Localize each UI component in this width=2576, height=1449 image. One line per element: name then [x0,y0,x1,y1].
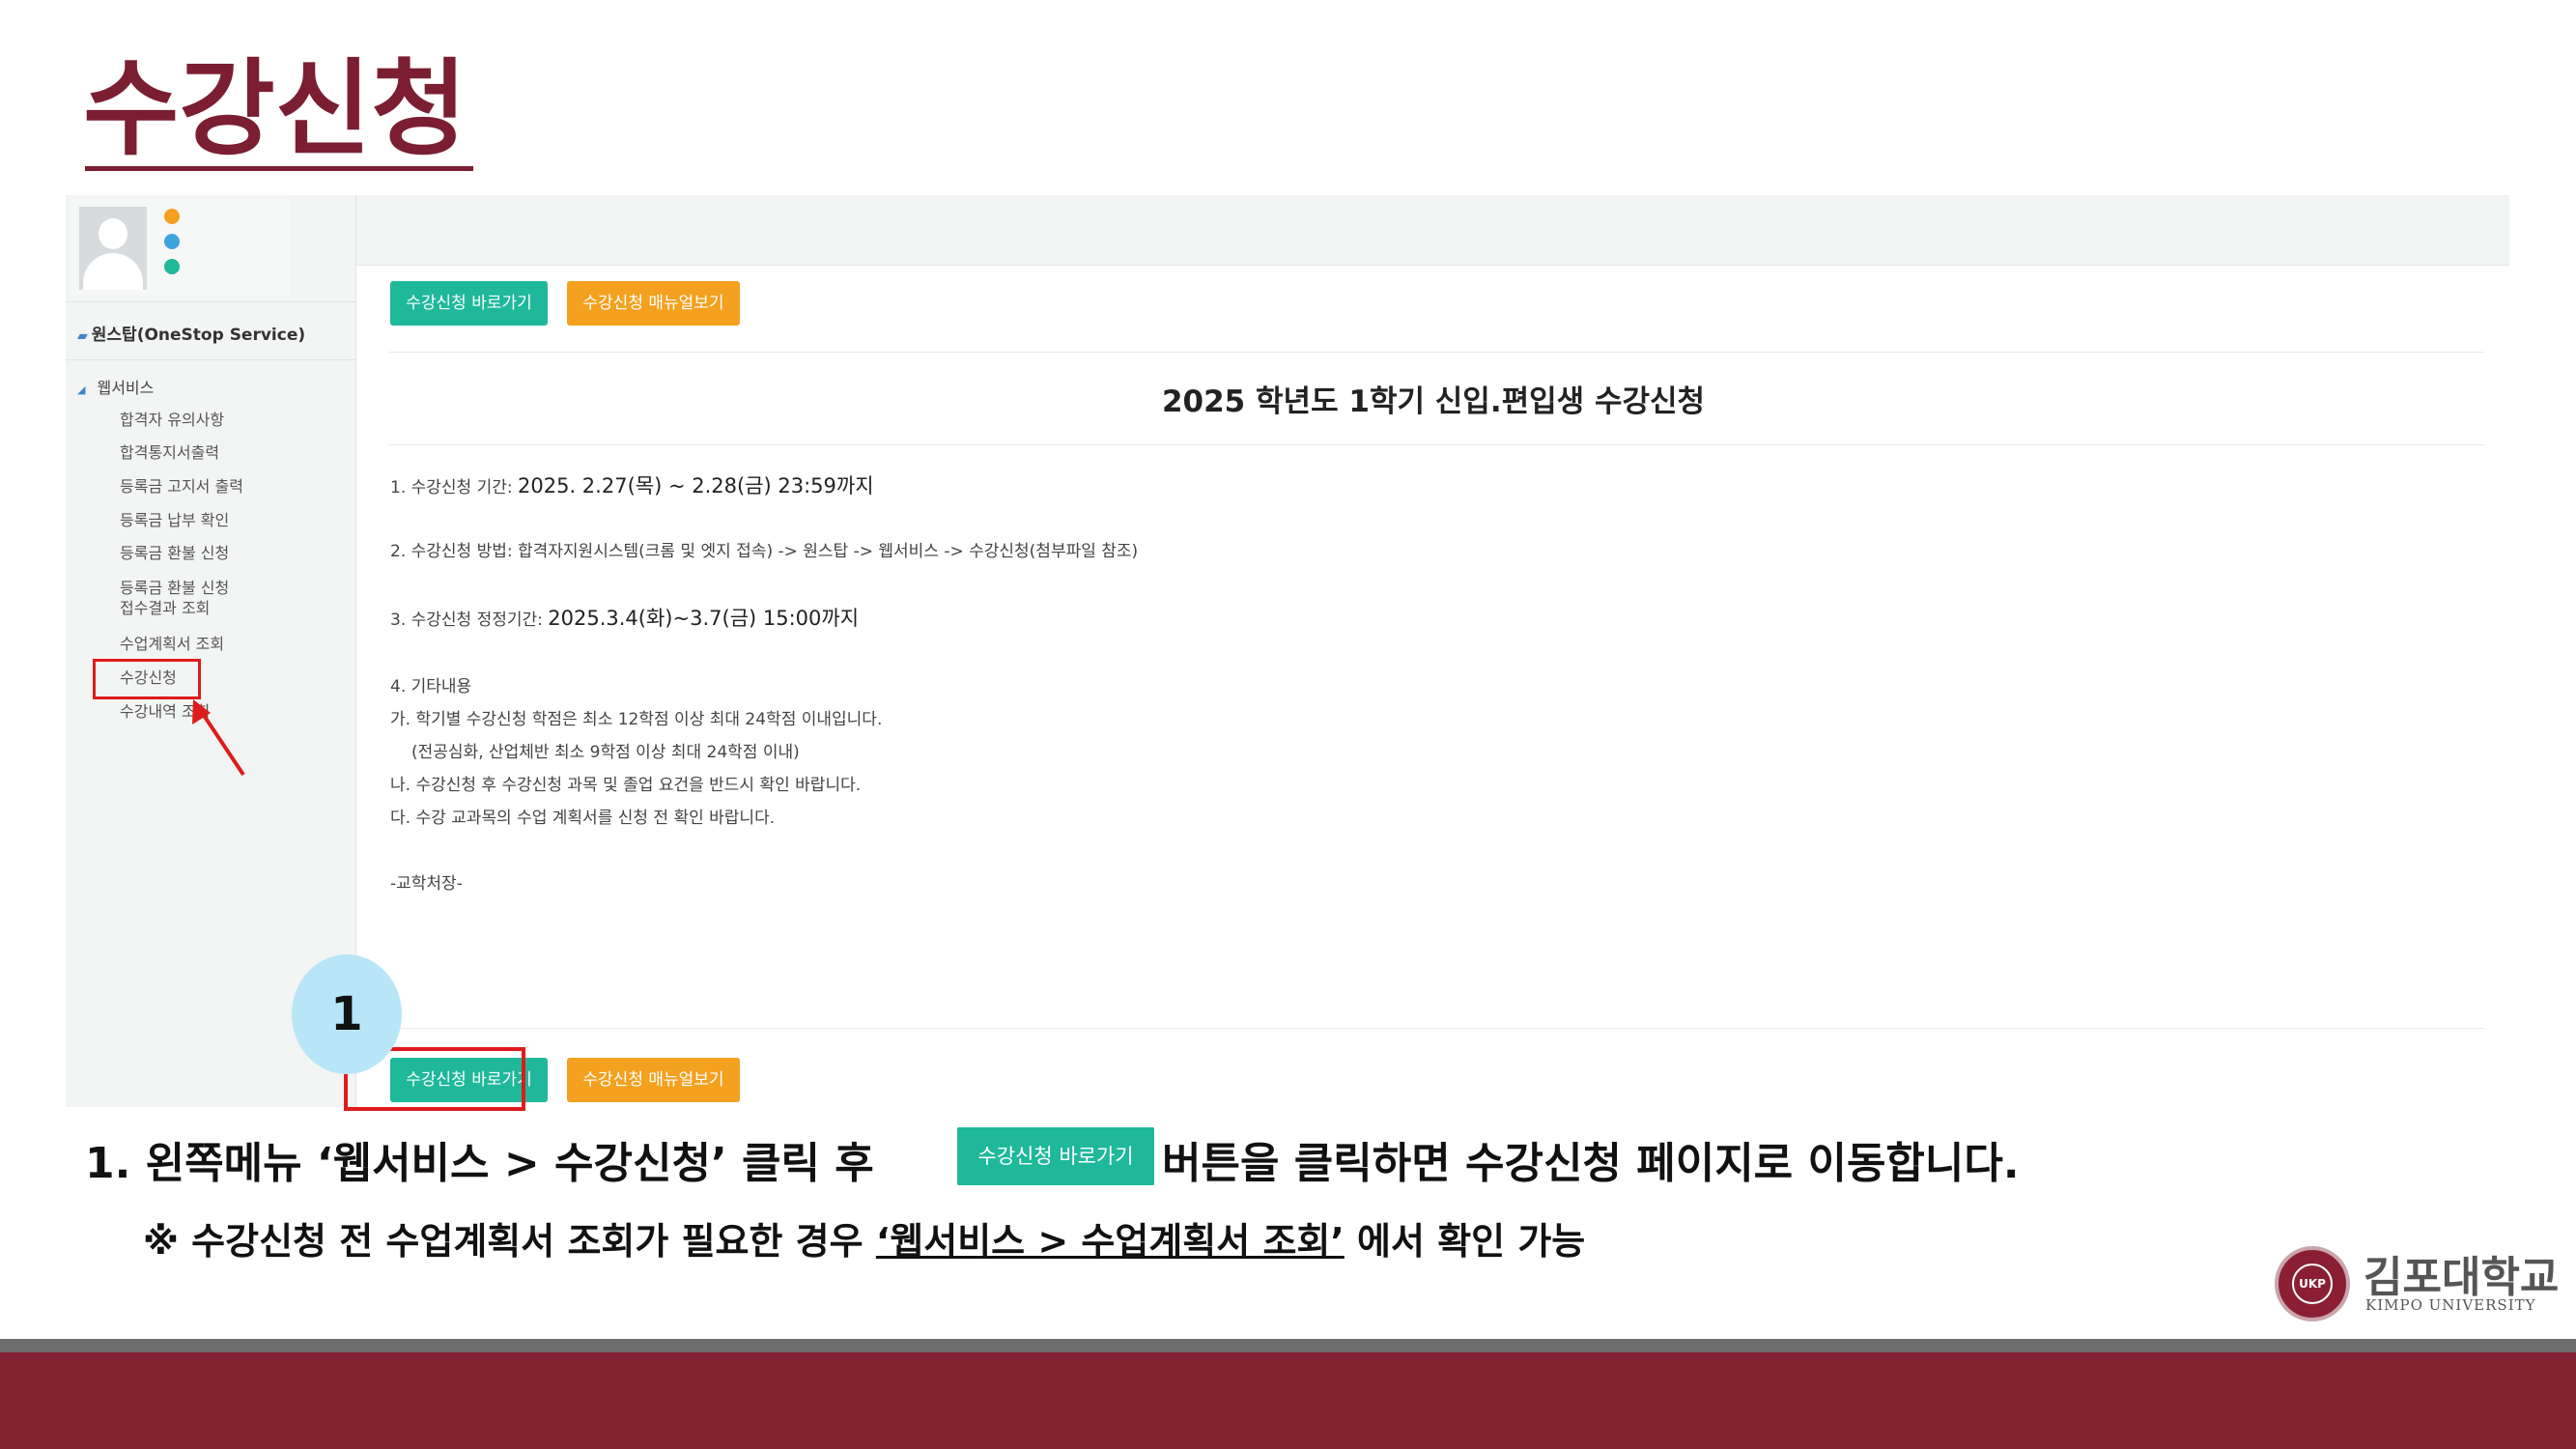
notice-label: 3. 수강신청 정정기간: [390,611,543,630]
title-underline [85,166,473,171]
instruction-button-sample: 수강신청 바로가기 [957,1127,1154,1185]
pointer-arrow-line [199,709,245,777]
step-number-callout: 1 [292,954,402,1074]
instruction-line-1-suffix: 버튼을 클릭하면 수강신청 페이지로 이동합니다. [1162,1139,2020,1188]
main-header-bar [356,195,2509,266]
university-name-en: KIMPO UNIVERSITY [2365,1296,2536,1314]
screenshot-frame: ▰ 원스탑(OneStop Service) ◢ 웹서비스 합격자 유의사항 합격통… [66,195,2509,1111]
content-divider [388,444,2484,445]
pointer-arrow [192,699,245,777]
seal-text: UKP [2292,1264,2333,1304]
main-content: 수강신청 바로가기 수강신청 매뉴얼보기 2025 학년도 1학기 신입.편입생… [344,195,2509,1111]
notice-line-credits-note: (전공심화, 산업체반 최소 9학점 이상 최대 24학점 이내) [411,743,800,762]
instruction-note: ※ 수강신청 전 수업계획서 조회가 필요한 경우 ‘웹서비스 > 수업계획서 … [143,1211,1585,1264]
notice-value: 2025. 2.27(목) ~ 2.28(금) 23:59까지 [518,474,874,497]
footer-band-maroon [0,1352,2576,1449]
notice-line-syllabus: 다. 수강 교과목의 수업 계획서를 신청 전 확인 바랍니다. [390,809,776,828]
registration-manual-button[interactable]: 수강신청 매뉴얼보기 [567,1058,740,1102]
course-registration-go-button-top[interactable]: 수강신청 바로가기 [390,281,548,326]
notice-title: 2025 학년도 1학기 신입.편입생 수강신청 [1161,384,1706,419]
university-logo: UKP 김포대학교 KIMPO UNIVERSITY [2275,1242,2559,1325]
university-seal-icon: UKP [2275,1246,2350,1321]
slide-title: 수강신청 [83,49,467,170]
university-name-ko: 김포대학교 [2364,1253,2560,1302]
note-suffix: 에서 확인 가능 [1344,1220,1586,1263]
note-prefix: ※ 수강신청 전 수업계획서 조회가 필요한 경우 [143,1220,863,1263]
content-divider [388,1028,2484,1029]
instruction-line-1: 1. 왼쪽메뉴 ‘웹서비스 > 수강신청’ 클릭 후 [85,1139,874,1188]
notice-line-credits: 가. 학기별 수강신청 학점은 최소 12학점 이상 최대 24학점 이내입니다… [390,710,883,729]
notice-line-correction: 3. 수강신청 정정기간: 2025.3.4(화)~3.7(금) 15:00까지 [390,603,859,632]
notice-line-period: 1. 수강신청 기간: 2025. 2.27(목) ~ 2.28(금) 23:5… [390,470,874,499]
notice-signature: -교학처장- [390,874,463,894]
notice-label: 1. 수강신청 기간: [390,478,513,497]
notice-line-check: 나. 수강신청 후 수강신청 과목 및 졸업 요건을 반드시 확인 바랍니다. [390,776,862,795]
note-link: ‘웹서비스 > 수업계획서 조회’ [875,1220,1345,1263]
notice-value: 2025.3.4(화)~3.7(금) 15:00까지 [548,607,860,630]
footer-band-grey [0,1339,2576,1352]
content-divider [388,352,2484,353]
registration-manual-button-top[interactable]: 수강신청 매뉴얼보기 [567,281,740,326]
notice-line-method: 2. 수강신청 방법: 합격자지원시스템(크롬 및 엣지 접속) -> 원스탑 … [390,542,1139,561]
notice-line-other: 4. 기타내용 [390,677,472,696]
